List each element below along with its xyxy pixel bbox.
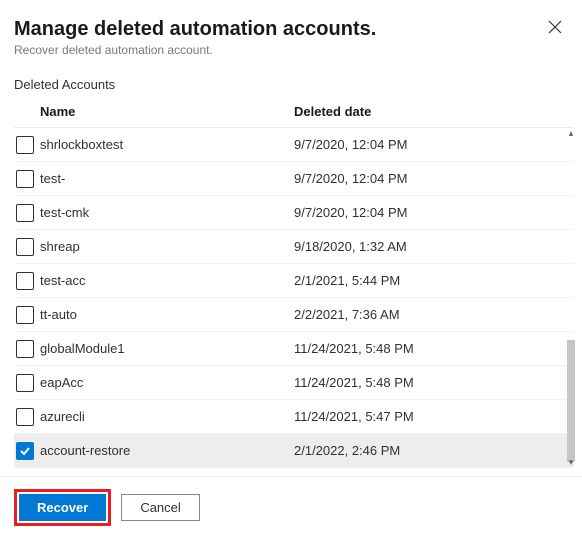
row-checkbox[interactable] — [16, 238, 34, 256]
row-checkbox[interactable] — [16, 170, 34, 188]
row-checkbox[interactable] — [16, 136, 34, 154]
accounts-table: Name Deleted date ▴ ▾ shrlockboxtest9/7/… — [0, 98, 582, 468]
scroll-down-arrow[interactable]: ▾ — [564, 458, 578, 467]
dialog-subtitle: Recover deleted automation account. — [14, 43, 562, 57]
cell-date: 2/1/2022, 2:46 PM — [294, 443, 560, 458]
checkbox-cell — [14, 170, 40, 188]
table-row[interactable]: test-9/7/2020, 12:04 PM — [14, 162, 574, 196]
checkbox-cell — [14, 374, 40, 392]
dialog-footer: Recover Cancel — [0, 476, 582, 540]
cell-date: 9/7/2020, 12:04 PM — [294, 171, 560, 186]
cell-name: globalModule1 — [40, 341, 294, 356]
table-row[interactable]: shreap9/18/2020, 1:32 AM — [14, 230, 574, 264]
column-header-row: Name Deleted date — [14, 98, 574, 127]
checkbox-cell — [14, 442, 40, 460]
row-checkbox[interactable] — [16, 374, 34, 392]
cell-date: 11/24/2021, 5:48 PM — [294, 341, 560, 356]
checkbox-cell — [14, 408, 40, 426]
checkbox-cell — [14, 340, 40, 358]
cell-name: test-acc — [40, 273, 294, 288]
cell-name: eapAcc — [40, 375, 294, 390]
table-row[interactable]: account-restore2/1/2022, 2:46 PM — [14, 434, 574, 468]
cell-date: 2/1/2021, 5:44 PM — [294, 273, 560, 288]
table-row[interactable]: globalModule111/24/2021, 5:48 PM — [14, 332, 574, 366]
rows-container: ▴ ▾ shrlockboxtest9/7/2020, 12:04 PMtest… — [14, 127, 574, 468]
cell-date: 9/18/2020, 1:32 AM — [294, 239, 560, 254]
checkbox-cell — [14, 238, 40, 256]
table-row[interactable]: shrlockboxtest9/7/2020, 12:04 PM — [14, 128, 574, 162]
recover-button[interactable]: Recover — [19, 494, 106, 521]
checkbox-cell — [14, 136, 40, 154]
cell-date: 2/2/2021, 7:36 AM — [294, 307, 560, 322]
cell-name: shrlockboxtest — [40, 137, 294, 152]
table-row[interactable]: test-cmk9/7/2020, 12:04 PM — [14, 196, 574, 230]
table-row[interactable]: tt-auto2/2/2021, 7:36 AM — [14, 298, 574, 332]
column-header-name[interactable]: Name — [14, 104, 294, 119]
cell-date: 9/7/2020, 12:04 PM — [294, 137, 560, 152]
cell-name: shreap — [40, 239, 294, 254]
row-checkbox[interactable] — [16, 442, 34, 460]
close-button[interactable] — [546, 18, 564, 36]
cell-name: test-cmk — [40, 205, 294, 220]
cell-date: 11/24/2021, 5:47 PM — [294, 409, 560, 424]
table-row[interactable]: test-acc2/1/2021, 5:44 PM — [14, 264, 574, 298]
cell-name: tt-auto — [40, 307, 294, 322]
cell-name: azurecli — [40, 409, 294, 424]
checkmark-icon — [19, 445, 31, 457]
cell-name: account-restore — [40, 443, 294, 458]
cell-date: 11/24/2021, 5:48 PM — [294, 375, 560, 390]
cell-name: test- — [40, 171, 294, 186]
table-row[interactable]: eapAcc11/24/2021, 5:48 PM — [14, 366, 574, 400]
checkbox-cell — [14, 306, 40, 324]
scrollbar-thumb[interactable] — [567, 340, 575, 462]
row-checkbox[interactable] — [16, 340, 34, 358]
dialog-title: Manage deleted automation accounts. — [14, 18, 562, 41]
scroll-up-arrow[interactable]: ▴ — [564, 129, 578, 138]
row-checkbox[interactable] — [16, 204, 34, 222]
column-header-date[interactable]: Deleted date — [294, 104, 574, 119]
dialog-header: Manage deleted automation accounts. Reco… — [0, 0, 582, 61]
checkbox-cell — [14, 272, 40, 290]
close-icon — [548, 20, 562, 34]
recover-highlight: Recover — [14, 489, 111, 526]
table-row[interactable]: azurecli11/24/2021, 5:47 PM — [14, 400, 574, 434]
cancel-button[interactable]: Cancel — [121, 494, 199, 521]
row-checkbox[interactable] — [16, 408, 34, 426]
checkbox-cell — [14, 204, 40, 222]
scrollbar[interactable]: ▴ ▾ — [566, 130, 576, 466]
cell-date: 9/7/2020, 12:04 PM — [294, 205, 560, 220]
section-label: Deleted Accounts — [0, 61, 582, 98]
row-checkbox[interactable] — [16, 306, 34, 324]
row-checkbox[interactable] — [16, 272, 34, 290]
